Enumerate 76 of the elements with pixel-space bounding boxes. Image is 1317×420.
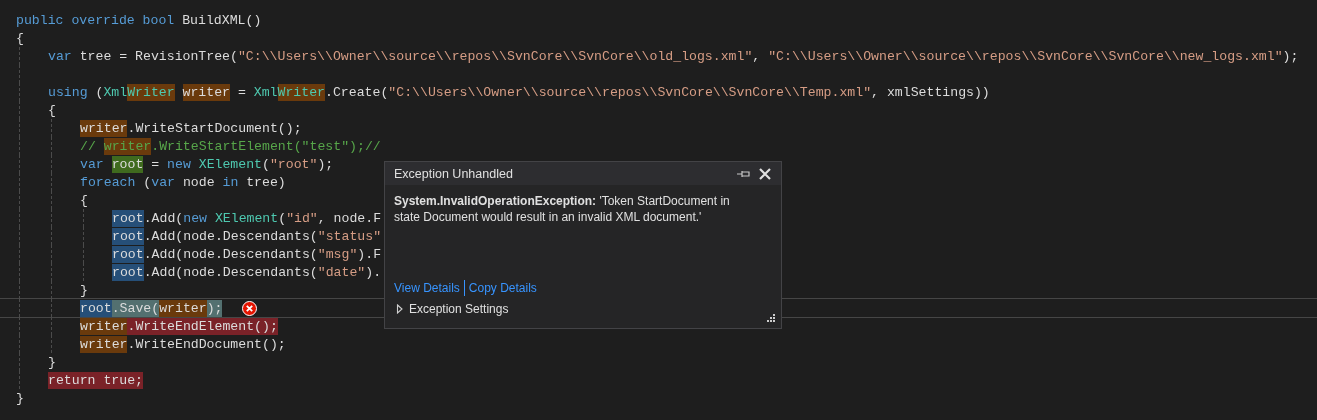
string-literal: "C:\\Users\\Owner\\source\\repos\\SvnCore\\SvnCore\\old_logs.xml" <box>237 47 753 65</box>
code-text: .Add( <box>143 209 184 227</box>
code-text: { <box>48 101 56 119</box>
code-text: BuildXML() <box>181 11 262 29</box>
exception-message: System.InvalidOperationException: 'Token StartDocument in state Document would result in an invalid XML document.' <box>394 193 731 225</box>
code-text: tree) <box>245 173 286 191</box>
code-text: node <box>181 173 216 191</box>
code-text: ); <box>317 155 334 173</box>
code-text: = <box>150 155 161 173</box>
code-text: root <box>112 209 144 227</box>
code-text: .Add(node.Descendants( <box>143 245 318 263</box>
code-text: root <box>112 227 144 245</box>
code-text: , <box>752 47 762 65</box>
code-text: } <box>48 353 56 371</box>
pin-icon[interactable] <box>737 168 751 179</box>
string-literal: "root" <box>269 155 318 173</box>
type-name: Xml <box>103 83 128 101</box>
close-icon[interactable] <box>759 167 771 180</box>
code-text: return true; <box>48 371 143 389</box>
code-text: ).F <box>357 245 382 263</box>
code-text: } <box>16 389 24 407</box>
code-text: { <box>16 29 24 47</box>
keyword: new <box>183 209 207 227</box>
code-text: tree = RevisionTree( <box>78 47 238 65</box>
type-name: Xml <box>253 83 278 101</box>
code-text: , node.F <box>317 209 382 227</box>
code-text: { <box>80 191 88 209</box>
keyword: var <box>48 47 72 65</box>
code-text: , xmlSettings)) <box>871 83 990 101</box>
string-literal: "C:\\Users\\Owner\\source\\repos\\SvnCore\\SvnCore\\Temp.xml" <box>388 83 872 101</box>
string-literal: "msg" <box>317 245 358 263</box>
code-text: ); <box>1282 47 1299 65</box>
details-link[interactable]: Copy Details <box>468 281 537 295</box>
code-text: ). <box>365 263 382 281</box>
string-literal: "C:\\Users\\Owner\\source\\repos\\SvnCore\\SvnCore\\new_logs.xml" <box>768 47 1283 65</box>
keyword: new <box>167 155 191 173</box>
code-text: .Create( <box>325 83 389 101</box>
type-name: XElement <box>214 209 279 227</box>
code-text: writer <box>159 299 207 317</box>
keyword: using <box>48 83 88 101</box>
code-text: writer <box>182 83 231 101</box>
type-name: XElement <box>198 155 263 173</box>
code-text: = <box>236 83 247 101</box>
code-text: .WriteStartDocument(); <box>127 119 302 137</box>
string-literal: "id" <box>286 209 318 227</box>
code-text: .WriteEndDocument(); <box>127 335 286 353</box>
code-comment: writer <box>103 137 152 155</box>
code-text: writer <box>80 119 128 137</box>
string-literal: "date" <box>317 263 366 281</box>
popup-title: Exception Unhandled <box>394 166 514 181</box>
keyword: var <box>151 173 175 191</box>
string-literal: "status" <box>317 227 382 245</box>
code-text: writer <box>80 335 128 353</box>
keyword: public override bool <box>16 11 175 29</box>
code-comment: .WriteStartElement("test");// <box>151 137 381 155</box>
code-text: ( <box>278 209 287 227</box>
code-text: .Add(node.Descendants( <box>143 263 318 281</box>
keyword: var <box>80 155 104 173</box>
code-text: root <box>80 299 112 317</box>
code-text: root <box>112 245 144 263</box>
code-text: .Add(node.Descendants( <box>143 227 318 245</box>
keyword: in <box>222 173 239 191</box>
code-text: ( <box>142 173 152 191</box>
code-text: root <box>111 155 144 173</box>
expander-icon <box>396 304 404 314</box>
code-comment: // <box>80 137 96 155</box>
type-name: Writer <box>277 83 325 101</box>
keyword: foreach <box>80 173 136 191</box>
exception-settings-toggle[interactable]: Exception Settings <box>396 302 509 316</box>
type-name: Writer <box>127 83 175 101</box>
details-link[interactable]: View Details <box>394 281 460 295</box>
resize-grip-icon[interactable] <box>765 314 775 324</box>
code-text: ( <box>262 155 270 173</box>
code-text: ( <box>94 83 104 101</box>
code-text: root <box>112 263 144 281</box>
code-text: } <box>80 281 88 299</box>
